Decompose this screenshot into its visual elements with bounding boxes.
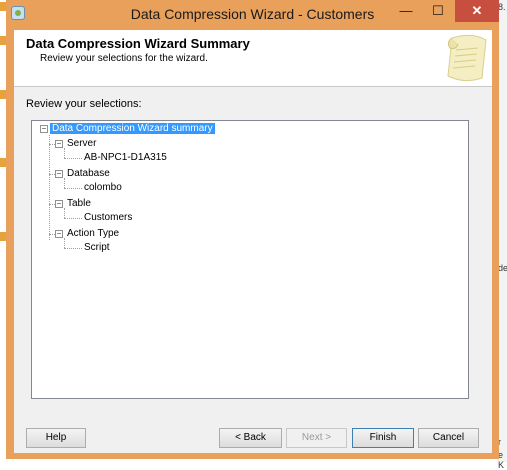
tree-connector xyxy=(64,178,65,188)
tree-node-label: Table xyxy=(67,198,91,209)
cancel-button[interactable]: Cancel xyxy=(418,428,479,448)
background-text: 8. xyxy=(498,2,506,12)
back-button[interactable]: < Back xyxy=(219,428,282,448)
tree-leaf-label: Script xyxy=(84,242,110,253)
tree-node-label: Action Type xyxy=(67,228,120,239)
scroll-icon xyxy=(447,34,487,82)
tree-node-label: Server xyxy=(67,138,97,149)
tree-connector xyxy=(64,248,82,249)
tree-leaf-label: Customers xyxy=(84,212,133,223)
tree-node-server[interactable]: Server xyxy=(65,138,98,149)
header-title: Data Compression Wizard Summary xyxy=(26,36,250,51)
tree-leaf-server[interactable]: AB-NPC1-D1A315 xyxy=(82,152,169,163)
review-label: Review your selections: xyxy=(26,98,142,110)
tree-collapse-icon[interactable]: − xyxy=(40,125,48,133)
tree-collapse-icon[interactable]: − xyxy=(55,230,63,238)
maximize-button[interactable]: ☐ xyxy=(423,0,453,22)
tree-connector xyxy=(64,218,82,219)
minimize-button[interactable]: — xyxy=(391,0,421,22)
tree-root[interactable]: Data Compression Wizard summary xyxy=(50,123,215,134)
tree-leaf-table[interactable]: Customers xyxy=(82,212,134,223)
background-text: de xyxy=(498,263,507,273)
tree-leaf-database[interactable]: colombo xyxy=(82,182,124,193)
tree-node-database[interactable]: Database xyxy=(65,168,112,179)
title-bar[interactable]: Data Compression Wizard - Customers — ☐ … xyxy=(6,0,499,30)
background-text: e K xyxy=(498,450,505,470)
tree-node-label: Database xyxy=(67,168,110,179)
tree-node-table[interactable]: Table xyxy=(65,198,93,209)
tree-connector xyxy=(49,135,50,240)
tree-leaf-action-type[interactable]: Script xyxy=(82,242,112,253)
tree-root-label: Data Compression Wizard summary xyxy=(50,123,215,134)
tree-connector xyxy=(64,158,82,159)
wizard-client-area: Data Compression Wizard Summary Review y… xyxy=(14,30,492,453)
tree-collapse-icon[interactable]: − xyxy=(55,140,63,148)
next-button[interactable]: Next > xyxy=(286,428,347,448)
finish-button[interactable]: Finish xyxy=(352,428,414,448)
tree-leaf-label: colombo xyxy=(84,182,122,193)
tree-connector xyxy=(64,148,65,158)
tree-leaf-label: AB-NPC1-D1A315 xyxy=(84,152,167,163)
close-button[interactable]: ✕ xyxy=(455,0,499,22)
tree-collapse-icon[interactable]: − xyxy=(55,170,63,178)
tree-connector xyxy=(64,208,65,218)
help-button[interactable]: Help xyxy=(26,428,86,448)
summary-tree[interactable]: − Data Compression Wizard summary − Serv… xyxy=(31,120,469,399)
tree-node-action-type[interactable]: Action Type xyxy=(65,228,121,239)
tree-connector xyxy=(64,238,65,248)
header-subtitle: Review your selections for the wizard. xyxy=(40,53,208,64)
wizard-header: Data Compression Wizard Summary Review y… xyxy=(14,30,492,87)
tree-collapse-icon[interactable]: − xyxy=(55,200,63,208)
tree-connector xyxy=(64,188,82,189)
wizard-window: Data Compression Wizard - Customers — ☐ … xyxy=(6,0,499,459)
